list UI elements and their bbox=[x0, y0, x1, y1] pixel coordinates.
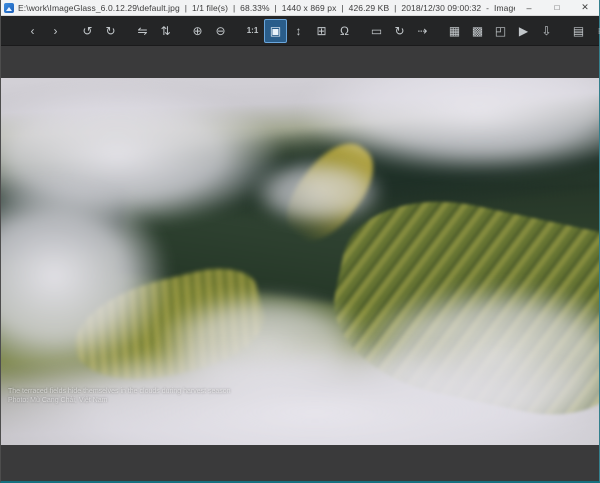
titlebar: E:\work\ImageGlass_6.0.12.29\default.jpg… bbox=[1, 0, 599, 16]
window-controls: – □ ✕ bbox=[515, 0, 599, 16]
image-canvas[interactable]: The terraced fields hide themselves in t… bbox=[1, 46, 599, 481]
imageglass-window: E:\work\ImageGlass_6.0.12.29\default.jpg… bbox=[0, 0, 600, 483]
window-fit-button[interactable]: ⊞ bbox=[310, 19, 333, 43]
scale-to-width-button[interactable]: ▣ bbox=[264, 19, 287, 43]
maximize-button[interactable]: □ bbox=[543, 0, 571, 16]
toolbar: ‹›↺↻⇋⇅⊕⊖1:1▣↕⊞Ω▭↻⇢▦▩◰▶⇩▤≡ bbox=[1, 16, 599, 46]
photo-watermark-caption: The terraced fields hide themselves in t… bbox=[8, 387, 231, 405]
zoom-out-button[interactable]: ⊖ bbox=[209, 19, 232, 43]
refresh-button[interactable]: ↻ bbox=[388, 19, 411, 43]
imageglass-logo-icon bbox=[4, 3, 14, 13]
next-image-button[interactable]: › bbox=[44, 19, 67, 43]
actual-size-button[interactable]: 1:1 bbox=[241, 19, 264, 43]
main-menu-button[interactable]: ≡ bbox=[590, 19, 600, 43]
fullscreen-button[interactable]: ◰ bbox=[489, 19, 512, 43]
rotate-right-button[interactable]: ↻ bbox=[99, 19, 122, 43]
caption-line-2: Photo: Mù Cang Chải, Việt Nam bbox=[8, 396, 231, 405]
caption-line-1: The terraced fields hide themselves in t… bbox=[8, 387, 231, 396]
zoom-in-button[interactable]: ⊕ bbox=[186, 19, 209, 43]
photo-terraced-mountains[interactable]: The terraced fields hide themselves in t… bbox=[1, 78, 599, 445]
goto-image-button[interactable]: ⇢ bbox=[411, 19, 434, 43]
minimize-button[interactable]: – bbox=[515, 0, 543, 16]
print-button[interactable]: ▤ bbox=[567, 19, 590, 43]
convert-save-button[interactable]: ⇩ bbox=[535, 19, 558, 43]
scale-to-height-button[interactable]: ↕ bbox=[287, 19, 310, 43]
flip-vertical-button[interactable]: ⇅ bbox=[154, 19, 177, 43]
checkerboard-button[interactable]: ▩ bbox=[466, 19, 489, 43]
thumbnail-bar-button[interactable]: ▦ bbox=[443, 19, 466, 43]
flip-horizontal-button[interactable]: ⇋ bbox=[131, 19, 154, 43]
zoom-lock-button[interactable]: Ω bbox=[333, 19, 356, 43]
rotate-left-button[interactable]: ↺ bbox=[76, 19, 99, 43]
slideshow-button[interactable]: ▶ bbox=[512, 19, 535, 43]
window-title: E:\work\ImageGlass_6.0.12.29\default.jpg… bbox=[18, 3, 515, 13]
previous-image-button[interactable]: ‹ bbox=[21, 19, 44, 43]
cloud bbox=[252, 159, 384, 225]
open-file-button[interactable]: ▭ bbox=[365, 19, 388, 43]
close-button[interactable]: ✕ bbox=[571, 0, 599, 16]
